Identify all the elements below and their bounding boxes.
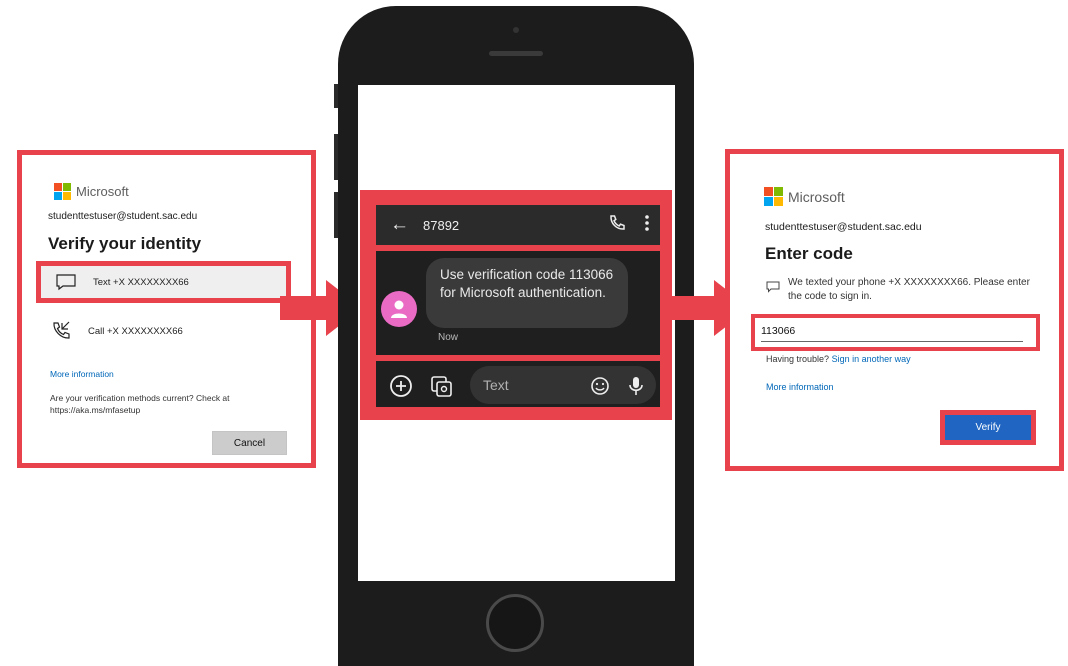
phone-screen: ← 87892 Use verification code 113066 for (358, 85, 675, 581)
trouble-label: Having trouble? (766, 354, 830, 364)
phone-side-button (334, 84, 338, 108)
code-input[interactable] (761, 321, 1023, 342)
back-arrow-icon[interactable]: ← (390, 214, 409, 236)
trouble-text: Having trouble? Sign in another way (766, 354, 911, 364)
call-option-label: Call +X XXXXXXXX66 (88, 325, 183, 337)
code-input-highlight (751, 314, 1040, 351)
add-attachment-icon[interactable] (389, 374, 413, 403)
verify-button-highlight: Verify (940, 410, 1036, 445)
microsoft-brand: Microsoft (54, 183, 129, 200)
phone-device: ← 87892 Use verification code 113066 for (334, 6, 694, 666)
sender-number: 87892 (423, 217, 460, 233)
more-information-link[interactable]: More information (50, 369, 114, 379)
code-instructions: We texted your phone +X XXXXXXXX66. Plea… (788, 277, 1030, 302)
home-button[interactable] (486, 594, 544, 652)
contact-avatar (381, 291, 417, 327)
microphone-icon[interactable] (628, 375, 644, 402)
compose-bar: Text (373, 358, 663, 410)
message-icon (53, 271, 79, 293)
sms-highlight: ← 87892 Use verification code 113066 for (360, 190, 672, 420)
call-option[interactable]: Call +X XXXXXXXX66 (48, 315, 288, 347)
phone-call-icon[interactable] (608, 214, 626, 237)
microsoft-logo-icon (54, 183, 71, 200)
message-input[interactable]: Text (470, 366, 656, 404)
account-email: studenttestuser@student.sac.edu (48, 211, 198, 222)
page-title: Verify your identity (48, 234, 202, 253)
brand-name: Microsoft (76, 184, 129, 199)
message-icon (766, 280, 780, 298)
more-options-icon[interactable] (644, 214, 650, 237)
phone-side-button (334, 192, 338, 238)
person-icon (391, 300, 407, 318)
enter-code-panel: Microsoft studenttestuser@student.sac.ed… (725, 149, 1064, 471)
emoji-icon[interactable] (590, 376, 610, 401)
microsoft-logo-icon (764, 187, 783, 206)
sign-in-another-way-link[interactable]: Sign in another way (832, 354, 911, 364)
phone-speaker (489, 51, 543, 56)
message-bubble: Use verification code 113066 for Microso… (426, 258, 628, 328)
account-email: studenttestuser@student.sac.edu (765, 221, 922, 233)
cancel-button[interactable]: Cancel (212, 431, 287, 455)
phone-call-icon (48, 320, 74, 342)
brand-name: Microsoft (788, 188, 845, 205)
verify-identity-card: Microsoft studenttestuser@student.sac.ed… (22, 155, 311, 463)
message-time: Now (438, 332, 459, 343)
gallery-icon[interactable] (429, 374, 453, 403)
phone-camera (513, 27, 519, 33)
more-information-link[interactable]: More information (766, 382, 834, 392)
page-title: Enter code (765, 244, 853, 263)
enter-code-card: Microsoft studenttestuser@student.sac.ed… (730, 154, 1059, 466)
message-thread: Use verification code 113066 for Microso… (373, 248, 663, 358)
message-input-placeholder: Text (483, 377, 509, 393)
text-option-highlight: Text +X XXXXXXXX66 (36, 261, 291, 303)
microsoft-brand: Microsoft (764, 187, 845, 206)
message-text: Use verification code 113066 for Microso… (440, 267, 614, 300)
text-option-label: Text +X XXXXXXXX66 (93, 276, 189, 288)
phone-side-button (334, 134, 338, 180)
verification-methods-note: Are your verification methods current? C… (50, 393, 230, 415)
verify-button[interactable]: Verify (945, 415, 1031, 440)
conversation-header: ← 87892 (373, 202, 663, 248)
verify-identity-panel: Microsoft studenttestuser@student.sac.ed… (17, 150, 316, 468)
text-option[interactable]: Text +X XXXXXXXX66 (41, 266, 286, 298)
